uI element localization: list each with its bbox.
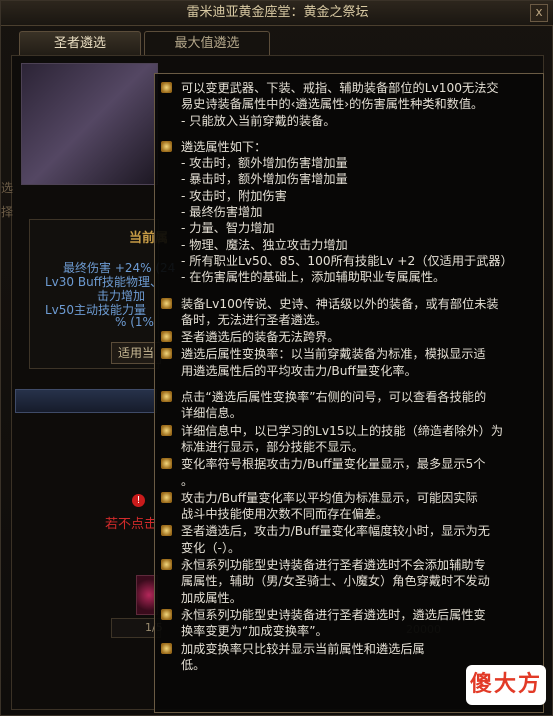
tooltip-line: 详细信息。 bbox=[181, 406, 242, 421]
close-button[interactable]: x bbox=[530, 4, 548, 22]
bullet-icon bbox=[161, 608, 172, 620]
tooltip-line: - 物理、魔法、独立攻击力增加 bbox=[181, 237, 348, 252]
tooltip-line: 变化率符号根据攻击力/Buff量变化量显示，最多显示5个 bbox=[181, 457, 486, 472]
tooltip-line: 用遴选属性后的平均攻击力/Buff量变化率。 bbox=[181, 363, 417, 378]
tooltip-paragraph: 详细信息中，以已学习的Lv15以上的技能（缔造者除外）为 标准进行显示，部分技能不… bbox=[161, 423, 535, 456]
tooltip-line: 换率变更为“加成变换率”。 bbox=[181, 624, 328, 639]
tooltip-line: 攻击力/Buff量变化率以平均值为标准显示，可能因实际 bbox=[181, 490, 478, 505]
tooltip-line: 易史诗装备属性中的‹遴选属性›的伤害属性种类和数值。 bbox=[181, 97, 484, 112]
tooltip-line: 详细信息中，以已学习的Lv15以上的技能（缔造者除外）为 bbox=[181, 423, 504, 438]
bullet-icon bbox=[161, 82, 172, 93]
tooltip-line: - 最终伤害增加 bbox=[181, 205, 263, 220]
tooltip-text: 装备Lv100传说、史诗、神话级以外的装备，或有部位未装 备时，无法进行圣者遴选。 bbox=[181, 296, 535, 329]
window-title: 雷米迪亚黄金座堂：黄金之祭坛 bbox=[186, 5, 369, 20]
tooltip-text: 可以变更武器、下装、戒指、辅助装备部位的Lv100无法交 易史诗装备属性中的‹遴选… bbox=[181, 80, 535, 129]
tooltip-paragraph: 装备Lv100传说、史诗、神话级以外的装备，或有部位未装 备时，无法进行圣者遴选。 bbox=[161, 296, 535, 329]
tooltip-line: 标准进行显示，部分技能不显示。 bbox=[181, 439, 364, 454]
tooltip-paragraph: 圣者遴选后，攻击力/Buff量变化率幅度较小时，显示为无 变化（-）。 bbox=[161, 523, 535, 556]
tooltip-line: 圣者遴选后，攻击力/Buff量变化率幅度较小时，显示为无 bbox=[181, 524, 490, 539]
tooltip-line: 点击“遴选后属性变换率”右侧的问号，可以查看各技能的 bbox=[181, 390, 487, 405]
tooltip-line: 可以变更武器、下装、戒指、辅助装备部位的Lv100无法交 bbox=[181, 81, 499, 95]
tooltip-line: - 攻击时，额外增加伤害增加量 bbox=[181, 156, 348, 171]
tooltip-line: 战斗中技能使用次数不同而存在偏差。 bbox=[181, 507, 389, 522]
tooltip-line: 装备Lv100传说、史诗、神话级以外的装备，或有部位未装 bbox=[181, 296, 499, 311]
tooltip-text: 详细信息中，以已学习的Lv15以上的技能（缔造者除外）为 标准进行显示，部分技能不… bbox=[181, 423, 535, 456]
tooltip-paragraph: 遴选后属性变换率：以当前穿戴装备为标准，模拟显示适 用遴选属性后的平均攻击力/Bu… bbox=[161, 346, 535, 379]
tooltip-line: 属属性，辅助（男/女圣骑士、小魔女）角色穿戴时不发动 bbox=[181, 574, 490, 589]
tooltip-text: 点击“遴选后属性变换率”右侧的问号，可以查看各技能的 详细信息。 bbox=[181, 389, 535, 422]
tooltip-line: - 攻击时，附加伤害 bbox=[181, 188, 287, 203]
tooltip-paragraph: 变化率符号根据攻击力/Buff量变化量显示，最多显示5个。 bbox=[161, 456, 535, 489]
tooltip-paragraph: 遴选属性如下： - 攻击时，额外增加伤害增加量 - 暴击时，额外增加伤害增加量 - 攻… bbox=[161, 139, 535, 286]
bullet-icon bbox=[161, 391, 172, 403]
tooltip-text: 圣者遴选后的装备无法跨界。 bbox=[181, 329, 535, 345]
tooltip-line: 圣者遴选后的装备无法跨界。 bbox=[181, 330, 340, 345]
tooltip-line: 。 bbox=[181, 473, 194, 488]
watermark-logo: 傻大方 bbox=[466, 665, 546, 705]
tooltip-line: - 在伤害属性的基础上，添加辅助职业专属属性。 bbox=[181, 270, 446, 285]
tooltip-line: 永恒系列功能型史诗装备进行圣者遴选时不会添加辅助专 bbox=[181, 558, 486, 573]
window-titlebar: 雷米迪亚黄金座堂：黄金之祭坛 x bbox=[1, 1, 553, 26]
bullet-icon bbox=[161, 559, 172, 571]
warning-text: 若不点击 bbox=[105, 517, 158, 532]
tooltip-text: 攻击力/Buff量变化率以平均值为标准显示，可能因实际 战斗中技能使用次数不同而存… bbox=[181, 490, 535, 523]
bullet-icon bbox=[161, 458, 172, 470]
equipment-art-image bbox=[21, 63, 158, 185]
tooltip-paragraph: 可以变更武器、下装、戒指、辅助装备部位的Lv100无法交 易史诗装备属性中的‹遴选… bbox=[161, 80, 535, 129]
tooltip-text: 遴选后属性变换率：以当前穿戴装备为标准，模拟显示适 用遴选属性后的平均攻击力/Bu… bbox=[181, 346, 535, 379]
tooltip-line: 遴选属性如下： bbox=[181, 139, 267, 154]
tooltip-paragraph: 永恒系列功能型史诗装备进行圣者遴选时不会添加辅助专 属属性，辅助（男/女圣骑士、小… bbox=[161, 557, 535, 606]
tooltip-line: 加成变换率只比较并显示当前属性和遴选后属 bbox=[181, 641, 425, 656]
bullet-icon bbox=[161, 140, 172, 152]
bullet-icon bbox=[161, 297, 172, 309]
tooltip-line: 遴选后属性变换率：以当前穿戴装备为标准，模拟显示适 bbox=[181, 347, 486, 362]
tooltip-paragraph: 点击“遴选后属性变换率”右侧的问号，可以查看各技能的 详细信息。 bbox=[161, 389, 535, 422]
stat-line: % (1% bbox=[115, 315, 154, 329]
tooltip-text: 圣者遴选后，攻击力/Buff量变化率幅度较小时，显示为无 变化（-）。 bbox=[181, 523, 535, 556]
bullet-icon bbox=[161, 348, 172, 360]
tooltip-line: 变化（-）。 bbox=[181, 540, 241, 555]
tooltip-line: 永恒系列功能型史诗装备进行圣者遴选时，遴选后属性变 bbox=[181, 607, 486, 622]
bullet-icon bbox=[161, 642, 172, 654]
warning-icon: ! bbox=[132, 494, 145, 507]
tooltip-line: 加成属性。 bbox=[181, 590, 242, 605]
tooltip-text: 永恒系列功能型史诗装备进行圣者遴选时，遴选后属性变 换率变更为“加成变换率”。 bbox=[181, 607, 535, 640]
tooltip-text: 遴选属性如下： - 攻击时，额外增加伤害增加量 - 暴击时，额外增加伤害增加量 - 攻… bbox=[181, 139, 535, 286]
tooltip-line: - 力量、智力增加 bbox=[181, 221, 275, 236]
tooltip-line: 备时，无法进行圣者遴选。 bbox=[181, 312, 328, 327]
bullet-icon bbox=[161, 331, 172, 343]
tooltip-paragraph: 圣者遴选后的装备无法跨界。 bbox=[161, 329, 535, 345]
tooltip-text: 永恒系列功能型史诗装备进行圣者遴选时不会添加辅助专 属属性，辅助（男/女圣骑士、小… bbox=[181, 557, 535, 606]
side-label: 选择 bbox=[1, 181, 14, 219]
tooltip-line: - 暴击时，额外增加伤害增加量 bbox=[181, 172, 348, 187]
bullet-icon bbox=[161, 424, 172, 436]
tooltip-paragraph: 永恒系列功能型史诗装备进行圣者遴选时，遴选后属性变 换率变更为“加成变换率”。 bbox=[161, 607, 535, 640]
help-tooltip: 可以变更武器、下装、戒指、辅助装备部位的Lv100无法交 易史诗装备属性中的‹遴选… bbox=[154, 73, 544, 713]
tab-max-selection[interactable]: 最大值遴选 bbox=[144, 31, 270, 56]
tooltip-line: - 只能放入当前穿戴的装备。 bbox=[181, 113, 336, 128]
tooltip-text: 变化率符号根据攻击力/Buff量变化量显示，最多显示5个。 bbox=[181, 456, 535, 489]
bullet-icon bbox=[161, 525, 172, 537]
bullet-icon bbox=[161, 491, 172, 503]
main-window: 雷米迪亚黄金座堂：黄金之祭坛 x 圣者遴选 最大值遴选 选择 当前属 最终伤害 … bbox=[0, 0, 553, 716]
tooltip-line: - 所有职业Lv50、85、100所有技能Lv +2（仅适用于武器） bbox=[181, 253, 513, 268]
info-bar bbox=[15, 389, 157, 413]
tooltip-paragraph: 攻击力/Buff量变化率以平均值为标准显示，可能因实际 战斗中技能使用次数不同而存… bbox=[161, 490, 535, 523]
tab-saint-selection[interactable]: 圣者遴选 bbox=[19, 31, 141, 56]
